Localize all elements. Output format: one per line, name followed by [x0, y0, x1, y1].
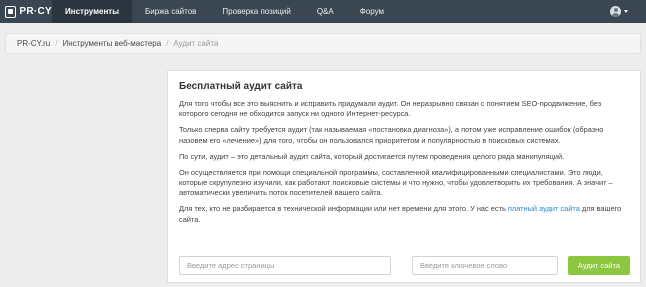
- breadcrumb-separator: /: [55, 39, 58, 48]
- breadcrumb-link-home[interactable]: PR-CY.ru: [17, 39, 50, 48]
- audit-panel: Бесплатный аудит сайта Для того чтобы вс…: [167, 70, 641, 283]
- nav-item-forum[interactable]: Форум: [347, 0, 397, 23]
- url-input-wrapper: [179, 256, 391, 275]
- nav-item-qa[interactable]: Q&A: [304, 0, 347, 23]
- breadcrumb-separator: /: [166, 39, 169, 48]
- paragraph-1: Для того чтобы все это выяснить и исправ…: [179, 99, 602, 119]
- panel-title: Бесплатный аудит сайта: [179, 81, 303, 92]
- paragraph-4: Он осуществляется при помощи специальной…: [179, 167, 613, 198]
- url-input[interactable]: [187, 261, 390, 270]
- audit-submit-button[interactable]: Аудит сайта: [568, 256, 630, 275]
- paragraph-5-text: Для тех, кто не разбирается в техническо…: [179, 204, 508, 214]
- keyword-input[interactable]: [420, 261, 557, 270]
- panel-body: Для того чтобы все это выяснить и исправ…: [179, 99, 629, 231]
- nav-item-position-check[interactable]: Проверка позиций: [209, 0, 303, 23]
- paragraph-2: Только сперва сайту требуется аудит (так…: [179, 125, 604, 145]
- paragraph-3: По сути, аудит – это детальный аудит сай…: [179, 151, 565, 161]
- paragraph-5: Для тех, кто не разбирается в техническо…: [179, 204, 629, 225]
- breadcrumb-link-tools[interactable]: Инструменты веб-мастера: [62, 39, 161, 48]
- user-menu[interactable]: [610, 6, 646, 17]
- nav-item-tools[interactable]: Инструменты: [52, 0, 133, 23]
- breadcrumb: PR-CY.ru / Инструменты веб-мастера / Ауд…: [5, 33, 641, 54]
- logo-mark-icon: [5, 5, 17, 18]
- logo[interactable]: PR·CY: [0, 0, 52, 23]
- breadcrumb-current: Аудит сайта: [173, 39, 219, 48]
- keyword-input-wrapper: [412, 256, 558, 275]
- user-avatar-icon[interactable]: [610, 6, 621, 17]
- caret-down-icon[interactable]: [624, 10, 628, 13]
- paid-audit-link[interactable]: платный аудит сайта: [508, 204, 580, 213]
- top-navbar: PR·CY Инструменты Биржа сайтов Проверка …: [0, 0, 646, 23]
- nav-item-site-exchange[interactable]: Биржа сайтов: [132, 0, 209, 23]
- logo-text: PR·CY: [19, 6, 52, 17]
